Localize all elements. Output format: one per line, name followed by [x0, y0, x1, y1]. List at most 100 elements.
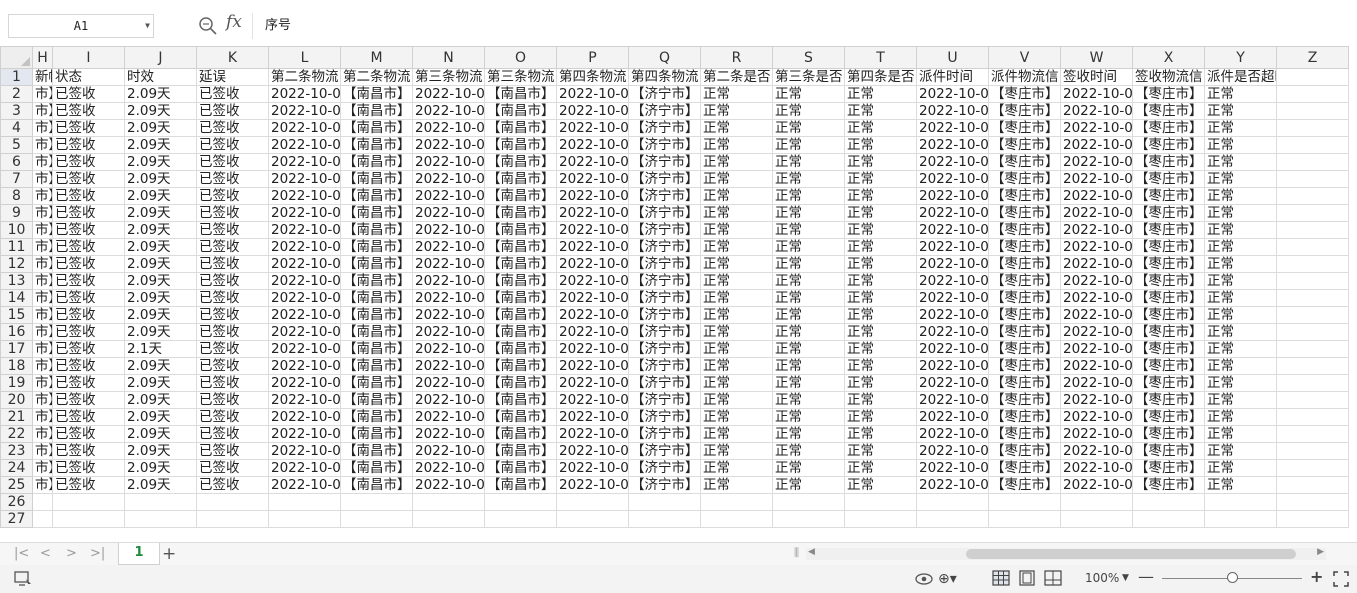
cell-t6[interactable]: 正常 [844, 153, 917, 171]
cell-j2[interactable]: 2.09天 [124, 85, 197, 103]
column-header-n[interactable]: N [412, 46, 485, 69]
cell-k7[interactable]: 已签收 [196, 170, 269, 188]
cell-r26[interactable] [700, 493, 773, 511]
cell-i7[interactable]: 已签收 [52, 170, 125, 188]
cell-j13[interactable]: 2.09天 [124, 272, 197, 290]
cell-m10[interactable]: 【南昌市】 [340, 221, 413, 239]
cell-j14[interactable]: 2.09天 [124, 289, 197, 307]
cell-i17[interactable]: 已签收 [52, 340, 125, 358]
cell-v1[interactable]: 派件物流信 [988, 68, 1061, 86]
row-header[interactable]: 2 [0, 85, 33, 103]
cell-u11[interactable]: 2022-10-0 [916, 238, 989, 256]
cell-p24[interactable]: 2022-10-0 [556, 459, 629, 477]
cell-q13[interactable]: 【济宁市】 [628, 272, 701, 290]
cell-u6[interactable]: 2022-10-0 [916, 153, 989, 171]
cell-u23[interactable]: 2022-10-0 [916, 442, 989, 460]
cell-x25[interactable]: 【枣庄市】 [1132, 476, 1205, 494]
cell-m24[interactable]: 【南昌市】 [340, 459, 413, 477]
cell-i1[interactable]: 状态 [52, 68, 125, 86]
column-header-z[interactable]: Z [1276, 46, 1349, 69]
cell-t2[interactable]: 正常 [844, 85, 917, 103]
first-sheet-icon[interactable]: |< [14, 546, 29, 561]
cell-l27[interactable] [268, 510, 341, 528]
cell-y3[interactable]: 正常 [1204, 102, 1277, 120]
cell-y21[interactable]: 正常 [1204, 408, 1277, 426]
cell-p22[interactable]: 2022-10-0 [556, 425, 629, 443]
cell-k4[interactable]: 已签收 [196, 119, 269, 137]
cell-x17[interactable]: 【枣庄市】 [1132, 340, 1205, 358]
cell-p25[interactable]: 2022-10-0 [556, 476, 629, 494]
fx-icon[interactable]: fx [226, 12, 242, 32]
cell-u7[interactable]: 2022-10-0 [916, 170, 989, 188]
row-header[interactable]: 19 [0, 374, 33, 392]
cell-m15[interactable]: 【南昌市】 [340, 306, 413, 324]
cell-j27[interactable] [124, 510, 197, 528]
cell-x3[interactable]: 【枣庄市】 [1132, 102, 1205, 120]
cell-u5[interactable]: 2022-10-0 [916, 136, 989, 154]
input-method-icon[interactable]: ⊕▾ [938, 571, 957, 587]
cell-m21[interactable]: 【南昌市】 [340, 408, 413, 426]
cell-o17[interactable]: 【南昌市】 [484, 340, 557, 358]
cell-y23[interactable]: 正常 [1204, 442, 1277, 460]
cell-i19[interactable]: 已签收 [52, 374, 125, 392]
cell-k11[interactable]: 已签收 [196, 238, 269, 256]
cell-k9[interactable]: 已签收 [196, 204, 269, 222]
cell-h25[interactable]: 市】 [32, 476, 53, 494]
page-break-icon[interactable] [1044, 570, 1062, 586]
cell-x7[interactable]: 【枣庄市】 [1132, 170, 1205, 188]
cell-j25[interactable]: 2.09天 [124, 476, 197, 494]
cell-r7[interactable]: 正常 [700, 170, 773, 188]
cell-z5[interactable] [1276, 136, 1349, 154]
cell-p26[interactable] [556, 493, 629, 511]
cell-s26[interactable] [772, 493, 845, 511]
cell-i16[interactable]: 已签收 [52, 323, 125, 341]
cell-r19[interactable]: 正常 [700, 374, 773, 392]
cell-r21[interactable]: 正常 [700, 408, 773, 426]
cell-p20[interactable]: 2022-10-0 [556, 391, 629, 409]
cell-h22[interactable]: 市】 [32, 425, 53, 443]
cell-z22[interactable] [1276, 425, 1349, 443]
cell-u25[interactable]: 2022-10-0 [916, 476, 989, 494]
cell-u19[interactable]: 2022-10-0 [916, 374, 989, 392]
cell-o16[interactable]: 【南昌市】 [484, 323, 557, 341]
cell-p5[interactable]: 2022-10-0 [556, 136, 629, 154]
cell-x8[interactable]: 【枣庄市】 [1132, 187, 1205, 205]
zoom-out-button[interactable]: — [1138, 567, 1154, 586]
cell-k27[interactable] [196, 510, 269, 528]
cell-l4[interactable]: 2022-10-0 [268, 119, 341, 137]
cell-n9[interactable]: 2022-10-0 [412, 204, 485, 222]
cell-v27[interactable] [988, 510, 1061, 528]
row-header[interactable]: 26 [0, 493, 33, 511]
cell-l8[interactable]: 2022-10-0 [268, 187, 341, 205]
cell-v17[interactable]: 【枣庄市】 [988, 340, 1061, 358]
cell-z13[interactable] [1276, 272, 1349, 290]
row-header[interactable]: 23 [0, 442, 33, 460]
cell-l5[interactable]: 2022-10-0 [268, 136, 341, 154]
cell-k25[interactable]: 已签收 [196, 476, 269, 494]
column-header-j[interactable]: J [124, 46, 197, 69]
cell-j11[interactable]: 2.09天 [124, 238, 197, 256]
cell-k19[interactable]: 已签收 [196, 374, 269, 392]
cell-h9[interactable]: 市】 [32, 204, 53, 222]
cell-z7[interactable] [1276, 170, 1349, 188]
cell-p15[interactable]: 2022-10-0 [556, 306, 629, 324]
cell-o13[interactable]: 【南昌市】 [484, 272, 557, 290]
cell-s25[interactable]: 正常 [772, 476, 845, 494]
cell-t25[interactable]: 正常 [844, 476, 917, 494]
cell-i10[interactable]: 已签收 [52, 221, 125, 239]
cell-y15[interactable]: 正常 [1204, 306, 1277, 324]
cell-v19[interactable]: 【枣庄市】 [988, 374, 1061, 392]
cell-k26[interactable] [196, 493, 269, 511]
cell-v25[interactable]: 【枣庄市】 [988, 476, 1061, 494]
cell-p16[interactable]: 2022-10-0 [556, 323, 629, 341]
cell-w20[interactable]: 2022-10-0 [1060, 391, 1133, 409]
cell-p19[interactable]: 2022-10-0 [556, 374, 629, 392]
cell-n4[interactable]: 2022-10-0 [412, 119, 485, 137]
cell-i3[interactable]: 已签收 [52, 102, 125, 120]
cell-s12[interactable]: 正常 [772, 255, 845, 273]
cell-q17[interactable]: 【济宁市】 [628, 340, 701, 358]
cell-o15[interactable]: 【南昌市】 [484, 306, 557, 324]
cell-o4[interactable]: 【南昌市】 [484, 119, 557, 137]
cell-u16[interactable]: 2022-10-0 [916, 323, 989, 341]
cell-w21[interactable]: 2022-10-0 [1060, 408, 1133, 426]
